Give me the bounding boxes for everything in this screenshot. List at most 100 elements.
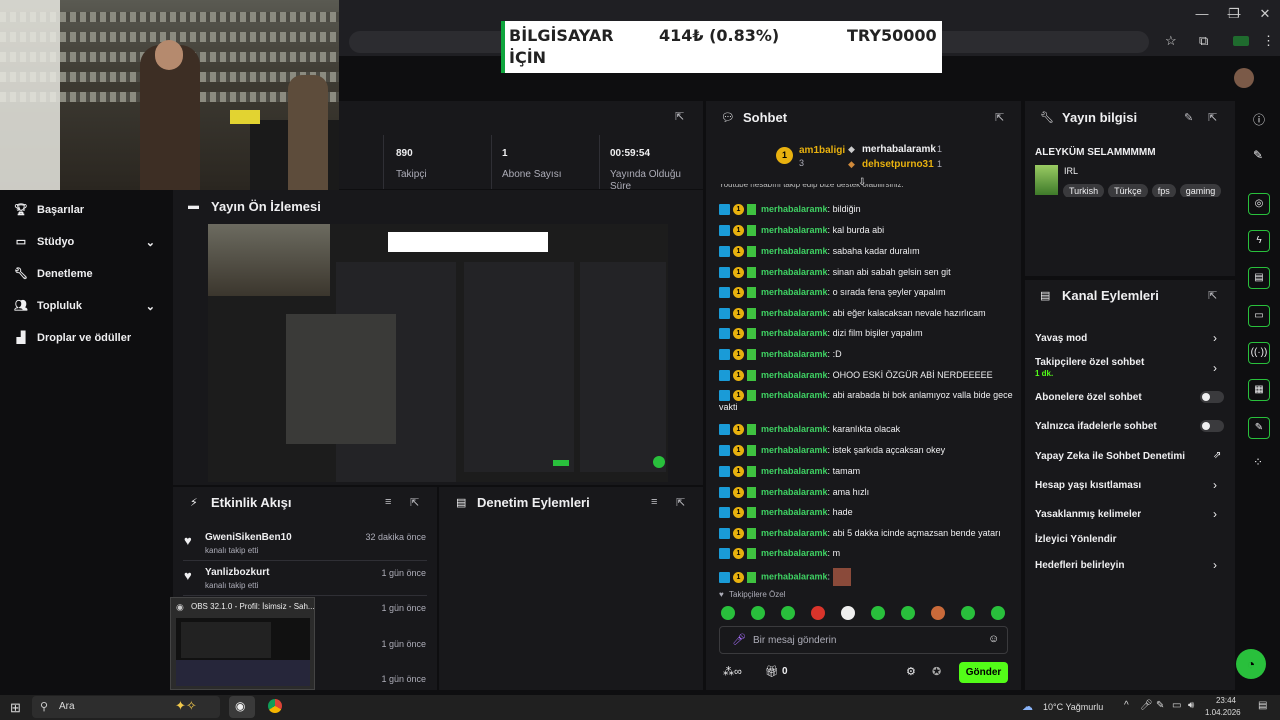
chat-username[interactable]: merhabalaramk [761,246,828,256]
chat-username[interactable]: merhabalaramk [761,349,828,359]
rail-lightning-icon[interactable]: ϟ [1248,230,1270,252]
popout-icon[interactable]: ⇱ [676,496,685,509]
category-name[interactable]: IRL [1064,166,1078,176]
sidebar-item-moderation[interactable]: 🔧︎ Denetleme [14,262,93,286]
chat-username[interactable]: merhabalaramk [761,424,828,434]
chat-username[interactable]: merhabalaramk [761,466,828,476]
minimize-icon[interactable]: — [1192,6,1212,21]
profile-avatar[interactable] [1234,68,1254,88]
popout-icon[interactable]: ⇱ [1208,289,1217,302]
chat-username[interactable]: merhabalaramk [761,548,828,558]
emote-icon[interactable] [901,606,915,620]
info-icon[interactable]: ⓘ [1253,111,1265,128]
chat-username[interactable]: merhabalaramk [761,204,828,214]
filter-icon[interactable]: ≡ [651,496,657,508]
chat-username[interactable]: merhabalaramk [761,328,828,338]
sidebar-item-studio[interactable]: ▭ Stüdyo ⌄ [14,230,159,254]
chat-username[interactable]: merhabalaramk [761,445,828,455]
account-age-item[interactable]: Hesap yaşı kısıtlaması [1035,480,1141,491]
popout-icon[interactable]: ⇱ [410,496,419,509]
tag[interactable]: gaming [1179,184,1222,197]
emote-icon[interactable] [781,606,795,620]
extensions-icon[interactable]: ⧉ [1199,33,1208,49]
rail-camera-icon[interactable]: ◎ [1248,193,1270,215]
extension-badge-icon[interactable] [1233,36,1249,46]
rail-document-icon[interactable]: ▤ [1248,267,1270,289]
channel-points-icon[interactable]: ⁂∞ [723,665,742,678]
preview-video[interactable] [208,224,668,482]
emote-icon[interactable] [961,606,975,620]
emote-icon[interactable] [871,606,885,620]
filter-icon[interactable]: ≡ [385,496,391,508]
tray-chevron-icon[interactable]: ^ [1124,700,1129,711]
chat-input[interactable]: 🎤︎ Bir mesaj gönderin ☺ [719,626,1008,654]
chat-username[interactable]: merhabalaramk [761,308,828,318]
clock-date[interactable]: 1.04.2026 [1205,708,1241,717]
pen-icon[interactable]: ✎ [1156,700,1164,711]
clock-time[interactable]: 23:44 [1210,696,1236,705]
emote-icon[interactable] [811,606,825,620]
windows-start-icon[interactable]: ⊞ [10,700,21,716]
edit-pencil-icon[interactable]: ✎ [1253,148,1263,162]
chat-username[interactable]: merhabalaramk [761,370,828,380]
settings-gear-icon[interactable]: ⚙︎ [906,665,916,678]
microphone-icon[interactable]: 🎤︎ [732,633,746,646]
taskbar-search[interactable]: ⚲ Ara ✦✧ [32,696,220,718]
emote-icon[interactable] [841,606,855,620]
send-button[interactable]: Gönder [959,662,1008,683]
rail-broadcast-icon[interactable]: ((·)) [1248,342,1270,364]
leader-name[interactable]: dehsetpurno31 [862,159,934,170]
tag[interactable]: Türkçe [1108,184,1148,197]
subscribers-only-toggle[interactable] [1200,391,1224,403]
notifications-icon[interactable]: ▤ [1258,700,1267,711]
browser-menu-icon[interactable]: ⋮ [1262,33,1275,49]
slow-mode-item[interactable]: Yavaş mod [1035,333,1087,344]
emote-icon[interactable] [751,606,765,620]
emote-only-toggle[interactable] [1200,420,1224,432]
chat-username[interactable]: merhabalaramk [761,267,828,277]
tag[interactable]: fps [1151,184,1176,197]
chat-username[interactable]: merhabalaramk [761,528,828,538]
obs-taskbar-preview[interactable]: ◉ OBS 32.1.0 - Profil: İsimsiz - Sah... [170,597,315,690]
popout-icon[interactable]: ⇱ [675,110,684,123]
rail-more-icon[interactable]: ⁘ [1253,455,1263,469]
popout-icon[interactable]: ⇱ [1208,111,1217,124]
restore-icon[interactable]: ❐ [1224,6,1244,22]
emoji-icon[interactable]: ☺ [988,633,999,645]
network-icon[interactable]: ▭ [1172,700,1181,711]
rail-chat-icon[interactable]: ▭ [1248,305,1270,327]
badge-icon[interactable]: ✪ [932,665,941,678]
close-icon[interactable]: ✕ [1255,6,1275,22]
taskbar-chrome-button[interactable] [262,696,288,718]
chat-username[interactable]: merhabalaramk [761,287,828,297]
emote-icon[interactable] [931,606,945,620]
edit-pencil-icon[interactable]: ✎ [1184,111,1193,124]
sidebar-item-community[interactable]: 👥︎ Topluluk ⌄ [14,294,159,318]
followers-only-chat-item[interactable]: Takipçilere özel sohbet [1035,357,1144,368]
volume-icon[interactable]: 🔊︎ [1188,700,1194,711]
chat-username[interactable]: merhabalaramk [761,225,828,235]
taskbar-obs-button[interactable]: ◉ [229,696,255,718]
leader-name[interactable]: merhabalaramk [862,144,936,155]
chat-username[interactable]: merhabalaramk [761,487,828,497]
leader-name[interactable]: am1baligi [799,145,845,156]
bookmark-star-icon[interactable]: ☆ [1165,33,1177,49]
ai-moderation-item[interactable]: Yapay Zeka ile Sohbet Denetimi [1035,451,1185,462]
popout-icon[interactable]: ⇱ [995,111,1004,124]
emote-icon[interactable] [721,606,735,620]
weather-text[interactable]: 10°C Yağmurlu [1043,702,1103,712]
tag[interactable]: Turkish [1063,184,1105,197]
sidebar-item-drops[interactable]: ▟ Droplar ve ödüller [14,326,131,350]
chat-username[interactable]: merhabalaramk [761,390,828,400]
set-goals-item[interactable]: Hedefleri belirleyin [1035,560,1124,571]
sidebar-item-achievements[interactable]: 🏆︎ Başarılar [14,198,84,222]
host-viewers-item[interactable]: İzleyici Yönlendir [1035,534,1117,545]
banned-words-item[interactable]: Yasaklanmış kelimeler [1035,509,1141,520]
chat-username[interactable]: merhabalaramk [761,571,828,581]
help-chat-icon[interactable]: ◔ [1236,649,1266,679]
microphone-icon[interactable]: 🎤︎ [1140,700,1153,711]
chat-username[interactable]: merhabalaramk [761,507,828,517]
rail-wrench-icon[interactable]: ✎ [1248,417,1270,439]
rail-actions-icon[interactable]: ▦ [1248,379,1270,401]
emote-icon[interactable] [991,606,1005,620]
